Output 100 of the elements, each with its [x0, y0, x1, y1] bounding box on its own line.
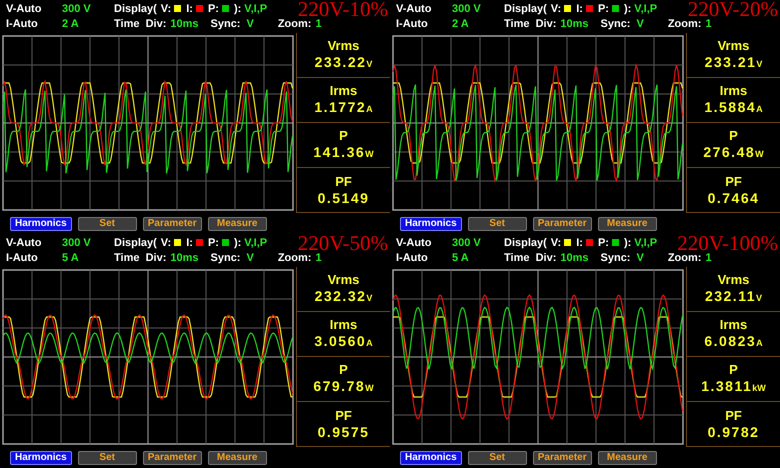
reading-label: Vrms: [718, 38, 750, 54]
menu-button[interactable]: Measure: [598, 451, 657, 465]
zoom-value: 1: [705, 252, 712, 264]
zoom-value: 1: [705, 18, 712, 30]
test-condition-title: 220V-100%: [677, 234, 778, 252]
reading-label: Irms: [720, 82, 748, 98]
reading-value: 232.32 V: [314, 288, 372, 306]
reading-value: 141.36W: [313, 144, 374, 162]
menu-button[interactable]: Parameter: [532, 451, 592, 465]
test-condition-title: 220V-20%: [688, 0, 778, 18]
reading-label: Vrms: [328, 272, 360, 288]
menu-button[interactable]: Measure: [598, 217, 657, 231]
legend-label: I:: [186, 2, 193, 14]
sync-value: V: [246, 18, 254, 30]
display-close: ):: [234, 2, 242, 14]
current-range: 2 A: [62, 18, 80, 30]
current-mode: I-Auto: [396, 252, 429, 264]
zoom-label: Zoom:: [668, 18, 702, 30]
menu-button[interactable]: Parameter: [532, 217, 592, 231]
legend-label: I:: [576, 236, 583, 248]
menu-button[interactable]: Set: [468, 451, 527, 465]
menu-button[interactable]: Set: [78, 217, 137, 231]
reading-label: PF: [335, 174, 352, 190]
menu-button[interactable]: Parameter: [142, 217, 202, 231]
menu-button[interactable]: Harmonics: [10, 217, 72, 231]
display-value: V,I,P: [634, 2, 658, 14]
voltage-mode: V-Auto: [6, 236, 42, 248]
reading-value: 0.9575: [318, 424, 370, 440]
menu-button[interactable]: Harmonics: [400, 217, 462, 231]
reading-label: PF: [725, 174, 742, 190]
legend-label: P:: [208, 2, 219, 14]
reading-value: 0.9782: [708, 424, 760, 440]
current-mode: I-Auto: [6, 252, 39, 264]
voltage-mode: V-Auto: [396, 236, 432, 248]
menu-button[interactable]: Measure: [208, 217, 267, 231]
time-div-label: Time Div:: [114, 252, 166, 264]
legend-label: V:: [160, 236, 172, 248]
current-range: 2 A: [452, 18, 470, 30]
reading-value: 1.3811 kW: [701, 378, 766, 396]
time-div-label: Time Div:: [504, 252, 556, 264]
legend-label: I:: [186, 236, 193, 248]
menu-button[interactable]: Measure: [208, 451, 267, 465]
zoom-label: Zoom:: [278, 252, 312, 264]
sync-value: V: [246, 252, 254, 264]
reading-value: 0.5149: [318, 190, 370, 206]
menu-button[interactable]: Set: [468, 217, 527, 231]
reading-label: P: [729, 362, 738, 378]
display-close: ):: [624, 236, 632, 248]
display-close: ):: [624, 2, 632, 14]
reading-value: 3.0560 A: [314, 332, 373, 350]
menu-button[interactable]: Harmonics: [10, 451, 72, 465]
reading-value: 232.11V: [704, 288, 762, 306]
reading-label: Vrms: [328, 38, 360, 54]
display-value: V,I,P: [634, 236, 658, 248]
current-range: 5 A: [62, 252, 80, 264]
legend-label: I:: [576, 2, 583, 14]
time-div-value: 10ms: [170, 252, 199, 264]
reading-value: 1.1772 A: [314, 98, 373, 116]
zoom-label: Zoom:: [668, 252, 702, 264]
display-label: Display(: [114, 2, 157, 14]
menu-button[interactable]: Harmonics: [400, 451, 462, 465]
legend-label: V:: [160, 2, 172, 14]
voltage-range: 300 V: [452, 236, 482, 248]
reading-value: 1.5884A: [704, 98, 763, 116]
reading-value: 679.78W: [313, 378, 374, 396]
test-condition-title: 220V-10%: [298, 0, 388, 18]
display-value: V,I,P: [244, 236, 268, 248]
time-div-label: Time Div:: [504, 18, 556, 30]
reading-label: P: [339, 362, 348, 378]
current-mode: I-Auto: [6, 18, 39, 30]
reading-value: 276.48W: [703, 144, 764, 162]
time-div-value: 10ms: [560, 18, 589, 30]
reading-label: Vrms: [718, 272, 750, 288]
sync-label: Sync:: [210, 18, 240, 30]
voltage-range: 300 V: [452, 2, 482, 14]
time-div-value: 10ms: [170, 18, 199, 30]
reading-label: PF: [335, 408, 352, 424]
time-div-value: 10ms: [560, 252, 589, 264]
reading-label: PF: [725, 408, 742, 424]
zoom-value: 1: [315, 252, 322, 264]
legend-label: V:: [550, 236, 562, 248]
reading-value: 233.21 V: [704, 54, 762, 72]
menu-button[interactable]: Parameter: [142, 451, 202, 465]
reading-label: P: [339, 128, 348, 144]
sync-label: Sync:: [600, 252, 630, 264]
voltage-range: 300 V: [62, 2, 92, 14]
sync-value: V: [636, 18, 644, 30]
display-label: Display(: [114, 236, 157, 248]
voltage-range: 300 V: [62, 236, 92, 248]
reading-label: P: [729, 128, 738, 144]
zoom-value: 1: [315, 18, 322, 30]
reading-value: 6.0823 A: [704, 332, 763, 350]
display-close: ):: [234, 236, 242, 248]
legend-label: P:: [598, 236, 609, 248]
reading-label: Irms: [720, 316, 748, 332]
test-condition-title: 220V-50%: [298, 234, 388, 252]
menu-button[interactable]: Set: [78, 451, 137, 465]
sync-label: Sync:: [600, 18, 630, 30]
reading-label: Irms: [330, 316, 358, 332]
current-range: 5 A: [452, 252, 470, 264]
